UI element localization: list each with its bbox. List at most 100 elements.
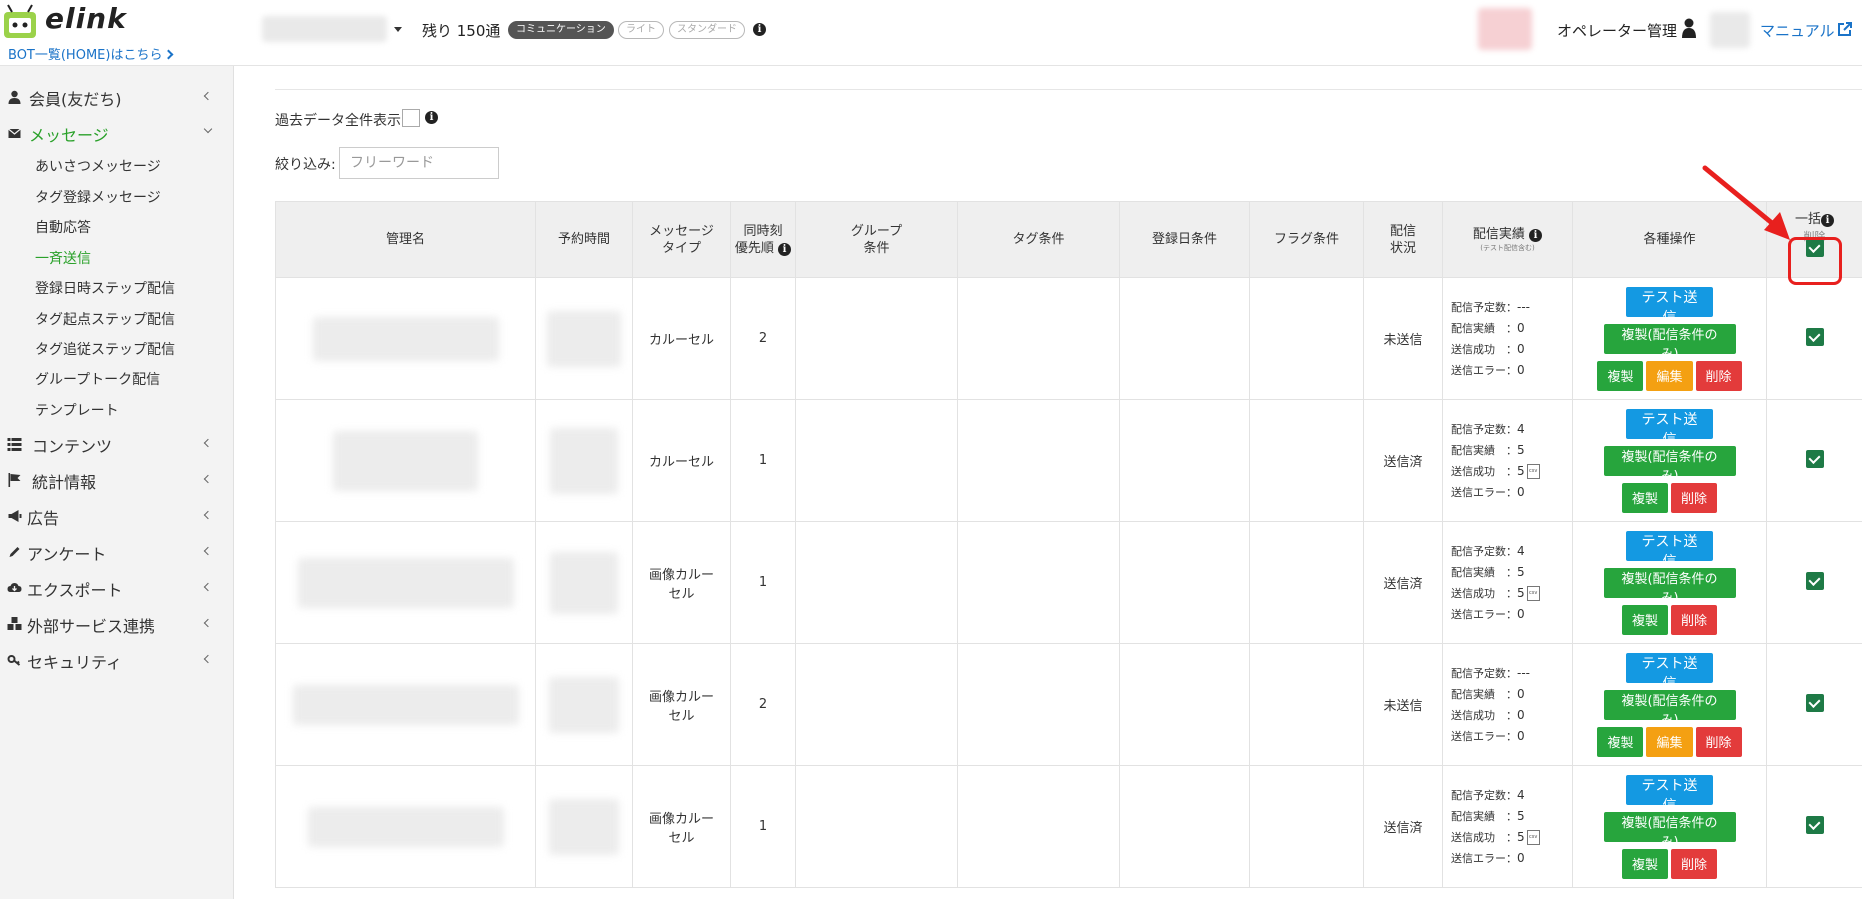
edit-button[interactable]: 編集: [1646, 726, 1693, 757]
annotation-arrow-icon: [1702, 165, 1790, 240]
sidebar-sub-template[interactable]: テンプレート: [35, 400, 119, 420]
row-type: 画像カルーセル: [632, 521, 731, 644]
row-tag: [957, 399, 1120, 522]
row-select-checkbox[interactable]: [1805, 693, 1824, 712]
sidebar-item-security[interactable]: セキュリティ: [0, 644, 234, 676]
manual-link[interactable]: マニュアル: [1760, 20, 1835, 41]
test-send-button[interactable]: テスト送信: [1626, 652, 1713, 692]
row-ops: テスト送信 複製(配信条件のみ) 複製 削除: [1572, 399, 1767, 522]
account-avatar: [1478, 8, 1532, 50]
edit-button[interactable]: 編集: [1646, 360, 1693, 391]
info-icon[interactable]: i: [1821, 213, 1834, 227]
sidebar-item-statistics[interactable]: 統計情報: [0, 464, 234, 496]
row-name: [292, 684, 519, 725]
sidebar-sub-date-step[interactable]: 登録日時ステップ配信: [35, 278, 175, 298]
caret-down-icon[interactable]: [394, 27, 402, 32]
key-icon: [7, 655, 21, 666]
sidebar-item-label: エクスポート: [27, 581, 123, 600]
filter-input[interactable]: [339, 147, 499, 179]
csv-download-icon[interactable]: csv: [1526, 830, 1540, 845]
sidebar-sub-auto-reply[interactable]: 自動応答: [35, 217, 91, 237]
info-icon[interactable]: i: [778, 242, 792, 256]
copy-button[interactable]: 複製: [1597, 360, 1644, 391]
plan-badge-communication: コミュニケーション: [508, 21, 614, 39]
row-group: [795, 765, 958, 888]
row-select-checkbox[interactable]: [1805, 449, 1824, 468]
sidebar-item-external-services[interactable]: 外部サービス連携: [0, 608, 234, 640]
sidebar-item-label: セキュリティ: [27, 653, 123, 672]
flag-icon: [8, 473, 21, 487]
delete-button[interactable]: 削除: [1671, 848, 1718, 879]
table-row: 画像カルーセル 1 送信済 配信予定数：4 配信実績 ：5 送信成功 ：5 csv…: [275, 765, 1862, 888]
chevron-left-icon: [203, 510, 213, 520]
user-icon[interactable]: [1682, 18, 1696, 38]
external-link-icon[interactable]: [1838, 22, 1852, 36]
row-tag: [957, 277, 1120, 400]
csv-download-icon[interactable]: csv: [1526, 586, 1540, 601]
row-priority: 1: [730, 399, 796, 522]
info-icon[interactable]: i: [425, 111, 438, 124]
sidebar-item-contents[interactable]: コンテンツ: [0, 428, 234, 460]
row-select-checkbox[interactable]: [1805, 327, 1824, 346]
bot-selector[interactable]: [262, 16, 387, 42]
past-data-label: 過去データ全件表示: [275, 113, 401, 129]
sidebar-sub-tag-follow-step[interactable]: タグ追従ステップ配信: [35, 339, 175, 359]
past-data-checkbox[interactable]: [402, 109, 420, 127]
test-send-button[interactable]: テスト送信: [1626, 286, 1713, 326]
copy-button[interactable]: 複製: [1621, 482, 1668, 513]
megaphone-icon: [8, 510, 22, 522]
row-group: [795, 643, 958, 766]
table-row: カルーセル 1 送信済 配信予定数：4 配信実績 ：5 送信成功 ：5 csv 送…: [275, 399, 1862, 522]
row-type: 画像カルーセル: [632, 643, 731, 766]
sidebar-sub-group-talk[interactable]: グループトーク配信: [35, 369, 160, 389]
sidebar-sub-broadcast[interactable]: 一斉送信: [35, 248, 91, 268]
test-send-button[interactable]: テスト送信: [1626, 774, 1713, 814]
copy-conditions-button[interactable]: 複製(配信条件のみ): [1603, 567, 1736, 606]
row-ops: テスト送信 複製(配信条件のみ) 複製 編集 削除: [1572, 643, 1767, 766]
copy-button[interactable]: 複製: [1621, 604, 1668, 635]
delete-button[interactable]: 削除: [1695, 360, 1742, 391]
sidebar-item-export[interactable]: エクスポート: [0, 572, 234, 604]
sidebar-item-label: コンテンツ: [32, 437, 113, 456]
row-regdate: [1119, 277, 1250, 400]
sidebar-item-ads[interactable]: 広告: [0, 500, 234, 532]
copy-conditions-button[interactable]: 複製(配信条件のみ): [1603, 689, 1736, 728]
remaining-count: 残り 150通: [422, 22, 501, 40]
copy-conditions-button[interactable]: 複製(配信条件のみ): [1603, 445, 1736, 484]
sidebar-item-label: 外部サービス連携: [27, 617, 156, 636]
sidebar-item-messages[interactable]: メッセージ: [0, 117, 234, 149]
info-icon[interactable]: i: [753, 23, 766, 36]
chevron-left-icon: [203, 438, 213, 448]
delete-button[interactable]: 削除: [1695, 726, 1742, 757]
row-flag: [1249, 643, 1364, 766]
copy-button[interactable]: 複製: [1621, 848, 1668, 879]
row-select-checkbox[interactable]: [1805, 571, 1824, 590]
row-group: [795, 399, 958, 522]
csv-download-icon[interactable]: csv: [1526, 464, 1540, 479]
test-send-button[interactable]: テスト送信: [1626, 408, 1713, 448]
copy-conditions-button[interactable]: 複製(配信条件のみ): [1603, 811, 1736, 850]
table-row: カルーセル 2 未送信 配信予定数：--- 配信実績 ：0 送信成功 ：0 送信…: [275, 277, 1862, 400]
row-tag: [957, 765, 1120, 888]
sidebar-sub-tag-register[interactable]: タグ登録メッセージ: [35, 187, 161, 207]
delete-button[interactable]: 削除: [1671, 482, 1718, 513]
copy-button[interactable]: 複製: [1597, 726, 1644, 757]
sidebar-item-members[interactable]: 会員(友だち): [0, 81, 234, 113]
row-regdate: [1119, 521, 1250, 644]
sidebar-sub-greeting[interactable]: あいさつメッセージ: [35, 156, 161, 176]
delete-button[interactable]: 削除: [1671, 604, 1718, 635]
row-regdate: [1119, 399, 1250, 522]
row-flag: [1249, 765, 1364, 888]
row-stats: 配信予定数：4 配信実績 ：5 送信成功 ：5 csv 送信エラー：0: [1442, 765, 1573, 888]
sidebar-item-survey[interactable]: アンケート: [0, 536, 234, 568]
row-tag: [957, 643, 1120, 766]
filter-label: 絞り込み:: [275, 157, 336, 173]
info-icon[interactable]: i: [1529, 229, 1543, 242]
row-name: [312, 316, 499, 361]
sidebar-sub-tag-step[interactable]: タグ起点ステップ配信: [35, 309, 175, 329]
row-select-checkbox[interactable]: [1805, 815, 1824, 834]
bot-list-link[interactable]: BOT一覧(HOME)はこちら: [8, 44, 174, 63]
copy-conditions-button[interactable]: 複製(配信条件のみ): [1603, 323, 1736, 362]
operator-management-link[interactable]: オペレーター管理: [1557, 20, 1677, 41]
test-send-button[interactable]: テスト送信: [1626, 530, 1713, 570]
